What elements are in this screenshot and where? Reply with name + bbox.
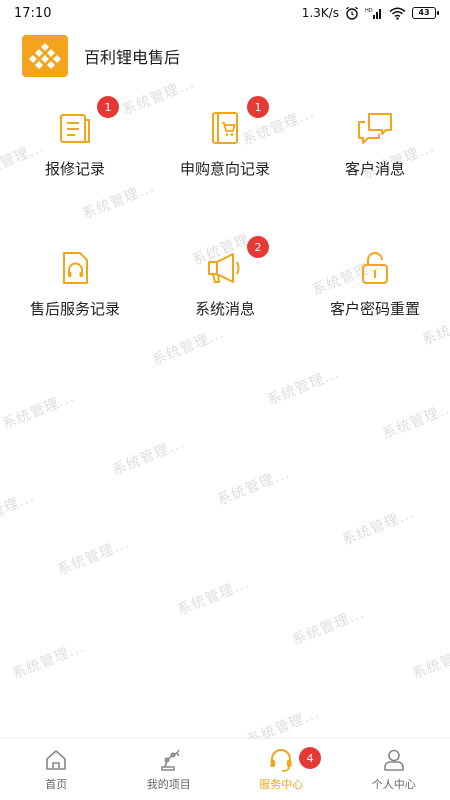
bottom-nav: 首页 我的项目 服务中心 4 个人中心: [0, 738, 450, 800]
watermark: 系统管理...: [0, 489, 37, 533]
nav-item-service-center[interactable]: 服务中心 4: [225, 739, 338, 800]
grid-label: 客户消息: [344, 160, 405, 178]
net-speed: 1.3K/s: [301, 6, 339, 20]
nav-label: 个人中心: [371, 778, 416, 791]
nav-item-home[interactable]: 首页: [0, 739, 113, 800]
watermark: 系统管理...: [215, 465, 292, 509]
grid-item-system-messages[interactable]: 2 系统消息: [150, 236, 300, 319]
badge-count: 1: [247, 96, 269, 118]
watermark: 系统管理...: [0, 389, 77, 433]
watermark: 系统管理...: [410, 639, 450, 683]
watermark: 系统管理...: [10, 639, 87, 683]
watermark: 系统管理...: [55, 535, 132, 579]
status-time: 17:10: [14, 5, 52, 21]
chat-bubbles-icon: [355, 108, 395, 148]
repair-record-icon: 1: [55, 96, 119, 148]
nav-badge-count: 4: [299, 747, 321, 769]
badge-count: 2: [247, 236, 269, 258]
watermark: 系统管理...: [175, 575, 252, 619]
robot-arm-icon: [156, 747, 182, 773]
hd-signal-icon: HD: [365, 7, 383, 20]
app-logo: [22, 35, 68, 77]
nav-label: 我的项目: [146, 778, 191, 791]
watermark: 系统管理...: [340, 505, 417, 549]
app-header: 百利锂电售后: [22, 34, 180, 78]
headset-icon: [268, 747, 294, 773]
grid-item-customer-messages[interactable]: 客户消息: [300, 108, 450, 179]
watermark: 系统管理...: [110, 435, 187, 479]
nav-item-my-projects[interactable]: 我的项目: [113, 739, 226, 800]
megaphone-icon: 2: [205, 236, 269, 288]
watermark: 系统管理...: [290, 605, 367, 649]
watermark: 系统管理...: [80, 179, 157, 223]
grid-label: 申购意向记录: [179, 160, 270, 178]
service-record-icon: [55, 248, 95, 288]
grid-item-purchase-intent[interactable]: 1 申购意向记录: [150, 96, 300, 179]
unlock-icon: [355, 248, 395, 288]
watermark: 系统管理...: [265, 365, 342, 409]
nav-label: 首页: [45, 778, 68, 791]
battery-icon: 43: [412, 7, 439, 19]
grid-label: 售后服务记录: [29, 300, 120, 318]
app-title: 百利锂电售后: [84, 48, 181, 67]
grid-item-service-record[interactable]: 售后服务记录: [0, 248, 150, 319]
watermark: 系统管理...: [380, 399, 450, 443]
grid-item-repair-record[interactable]: 1 报修记录: [0, 96, 150, 179]
person-icon: [381, 747, 407, 773]
grid-label: 报修记录: [44, 160, 105, 178]
svg-text:HD: HD: [365, 8, 373, 14]
status-bar: 17:10 1.3K/s HD 43: [0, 0, 450, 26]
grid-label: 客户密码重置: [329, 300, 420, 318]
nav-item-personal-center[interactable]: 个人中心: [338, 739, 450, 800]
badge-count: 1: [97, 96, 119, 118]
diamond-grid-logo-icon: [29, 43, 61, 69]
alarm-icon: [345, 6, 359, 20]
home-icon: [43, 747, 69, 773]
grid-item-password-reset[interactable]: 客户密码重置: [300, 248, 450, 319]
purchase-intent-icon: 1: [205, 96, 269, 148]
watermark: 系统管理...: [150, 325, 227, 369]
nav-label: 服务中心: [259, 778, 304, 791]
wifi-icon: [389, 7, 406, 20]
grid-label: 系统消息: [194, 300, 255, 318]
status-indicators: 1.3K/s HD 43: [301, 6, 439, 20]
